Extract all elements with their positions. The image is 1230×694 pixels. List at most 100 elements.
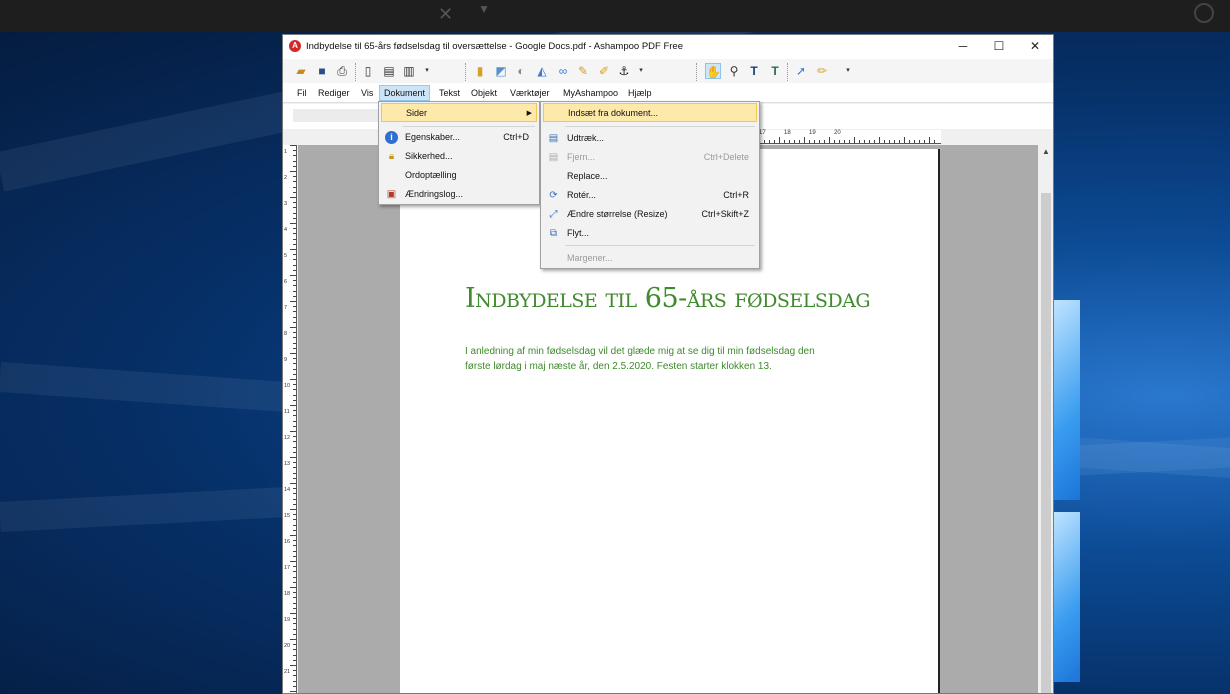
ruler-tick — [293, 233, 296, 235]
hand-tool-icon[interactable]: ✋ — [705, 63, 721, 79]
menu-myashampoo[interactable]: MyAshampoo — [559, 85, 622, 101]
minimize-button[interactable]: ─ — [945, 35, 981, 59]
ruler-label: 17 — [759, 130, 766, 136]
ruler-tick — [844, 140, 845, 143]
marker-icon[interactable]: ✐ — [596, 63, 612, 79]
ruler-label: 18 — [784, 130, 791, 136]
menu-item-aendringslog[interactable]: ▣ Ændringslog... — [381, 185, 537, 204]
ruler-tick — [293, 623, 296, 625]
ruler-tick — [293, 441, 296, 443]
open-folder-icon[interactable]: ▰ — [293, 63, 309, 79]
save-icon[interactable]: ■ — [314, 63, 330, 79]
menu-rediger[interactable]: Rediger — [314, 85, 354, 101]
menu-hjaelp[interactable]: Hjælp — [624, 85, 656, 101]
ruler-tick — [293, 155, 296, 157]
ruler-label: 6 — [284, 279, 288, 285]
link-icon[interactable]: ◐ — [513, 63, 529, 79]
ruler-tick — [293, 306, 296, 308]
menu-item-aendre-stoerrelse[interactable]: ⤢ Ændre størrelse (Resize) Ctrl+Skift+Z — [543, 205, 757, 224]
page-view-icon[interactable]: ▤ — [381, 63, 397, 79]
toolbar-separator — [696, 63, 697, 81]
menu-fil[interactable]: Fil — [293, 85, 311, 101]
app-logo-icon: A — [289, 40, 301, 52]
print-icon[interactable]: ⎙ — [334, 63, 350, 79]
ruler-tick — [293, 566, 296, 568]
ruler-tick — [804, 137, 805, 143]
pencil-icon[interactable]: ✏ — [814, 63, 830, 79]
ruler-tick — [293, 217, 296, 219]
ruler-tick — [849, 140, 850, 143]
toolbar-field[interactable] — [293, 109, 385, 122]
menu-separator — [403, 126, 535, 127]
menu-objekt[interactable]: Objekt — [467, 85, 501, 101]
menu-separator — [565, 245, 755, 246]
vertical-scrollbar[interactable]: ▲ — [1039, 145, 1053, 693]
ruler-tick — [293, 238, 296, 240]
menu-vis[interactable]: Vis — [357, 85, 377, 101]
vertical-ruler: 1 2 3 4 5 6 7 8 9 10 11 12 13 14 15 16 1… — [283, 145, 297, 693]
ruler-tick — [884, 140, 885, 143]
ruler-tick — [293, 332, 296, 334]
chevron-down-icon[interactable]: ▾ — [840, 63, 856, 79]
menu-item-label: Margener... — [567, 253, 613, 263]
close-button[interactable]: ✕ — [1017, 35, 1053, 59]
windows-logo-pane — [1054, 512, 1080, 682]
title-bar: A Indbydelse til 65-års fødselsdag til o… — [283, 35, 1053, 59]
new-page-icon[interactable]: ▯ — [360, 63, 376, 79]
ruler-label: 19 — [284, 617, 291, 623]
ruler-tick — [834, 140, 835, 143]
changelog-icon: ▣ — [386, 189, 397, 200]
menu-item-ordoptaelling[interactable]: Ordoptælling — [381, 166, 537, 185]
chevron-down-icon[interactable]: ▾ — [419, 63, 435, 79]
resize-icon: ⤢ — [549, 209, 558, 220]
ruler-tick — [293, 472, 296, 474]
ruler-tick — [293, 295, 296, 297]
image-icon[interactable]: ◭ — [534, 63, 550, 79]
menu-tekst[interactable]: Tekst — [435, 85, 464, 101]
chevron-down-icon[interactable]: ▼ — [478, 2, 490, 16]
ruler-tick — [290, 223, 296, 224]
chain-icon[interactable]: ∞ — [555, 63, 571, 79]
menu-item-udtraek[interactable]: ▤ Udtræk... — [543, 129, 757, 148]
menu-vaerktoejer[interactable]: Værktøjer — [506, 85, 554, 101]
ruler-tick — [293, 259, 296, 261]
scrollbar-thumb[interactable] — [1041, 193, 1051, 693]
note-icon[interactable]: ▮ — [472, 63, 488, 79]
menu-item-indsaet-fra-dokument[interactable]: Indsæt fra dokument... — [543, 103, 757, 122]
ruler-tick — [293, 254, 296, 256]
menu-dokument[interactable]: Dokument — [379, 85, 431, 101]
close-icon[interactable]: ✕ — [438, 4, 453, 25]
top-bar: ✕ ▼ — [0, 0, 1230, 32]
menu-item-replace[interactable]: Replace... — [543, 167, 757, 186]
menu-item-roter[interactable]: ⟳ Rotér... Ctrl+R — [543, 186, 757, 205]
page-options-icon[interactable]: ▥ — [401, 63, 417, 79]
ruler-tick — [293, 477, 296, 479]
ruler-tick — [290, 587, 296, 588]
zoom-icon[interactable]: ⚲ — [726, 63, 742, 79]
ruler-label: 20 — [834, 130, 841, 136]
ruler-tick — [290, 197, 296, 198]
menu-item-sider[interactable]: Sider ▶ — [381, 103, 537, 122]
menu-item-flyt[interactable]: ⧉ Flyt... — [543, 224, 757, 243]
toolbar-separator — [355, 63, 356, 81]
text-tool-icon[interactable]: T — [746, 63, 762, 79]
menu-item-egenskaber[interactable]: i Egenskaber... Ctrl+D — [381, 128, 537, 147]
menu-item-sikkerhed[interactable]: 🔒︎ Sikkerhed... — [381, 147, 537, 166]
menu-item-label: Sider — [406, 108, 428, 118]
text-edit-icon[interactable]: T — [767, 63, 783, 79]
scroll-up-icon[interactable]: ▲ — [1039, 147, 1053, 159]
ruler-label: 9 — [284, 357, 288, 363]
ruler-tick — [290, 483, 296, 484]
ruler-tick — [829, 137, 830, 143]
ruler-tick — [293, 368, 296, 370]
menu-item-label: Flyt... — [567, 228, 589, 238]
check-circle-icon[interactable] — [1194, 3, 1214, 23]
pointer-icon[interactable]: ➚ — [793, 63, 809, 79]
ruler-tick — [293, 243, 296, 245]
sign-icon[interactable]: ⚓ — [616, 63, 632, 79]
highlight-icon[interactable]: ✎ — [575, 63, 591, 79]
chevron-down-icon[interactable]: ▾ — [633, 63, 649, 79]
maximize-button[interactable]: ☐ — [981, 35, 1017, 59]
ruler-tick — [764, 140, 765, 143]
stamp-icon[interactable]: ◩ — [493, 63, 509, 79]
